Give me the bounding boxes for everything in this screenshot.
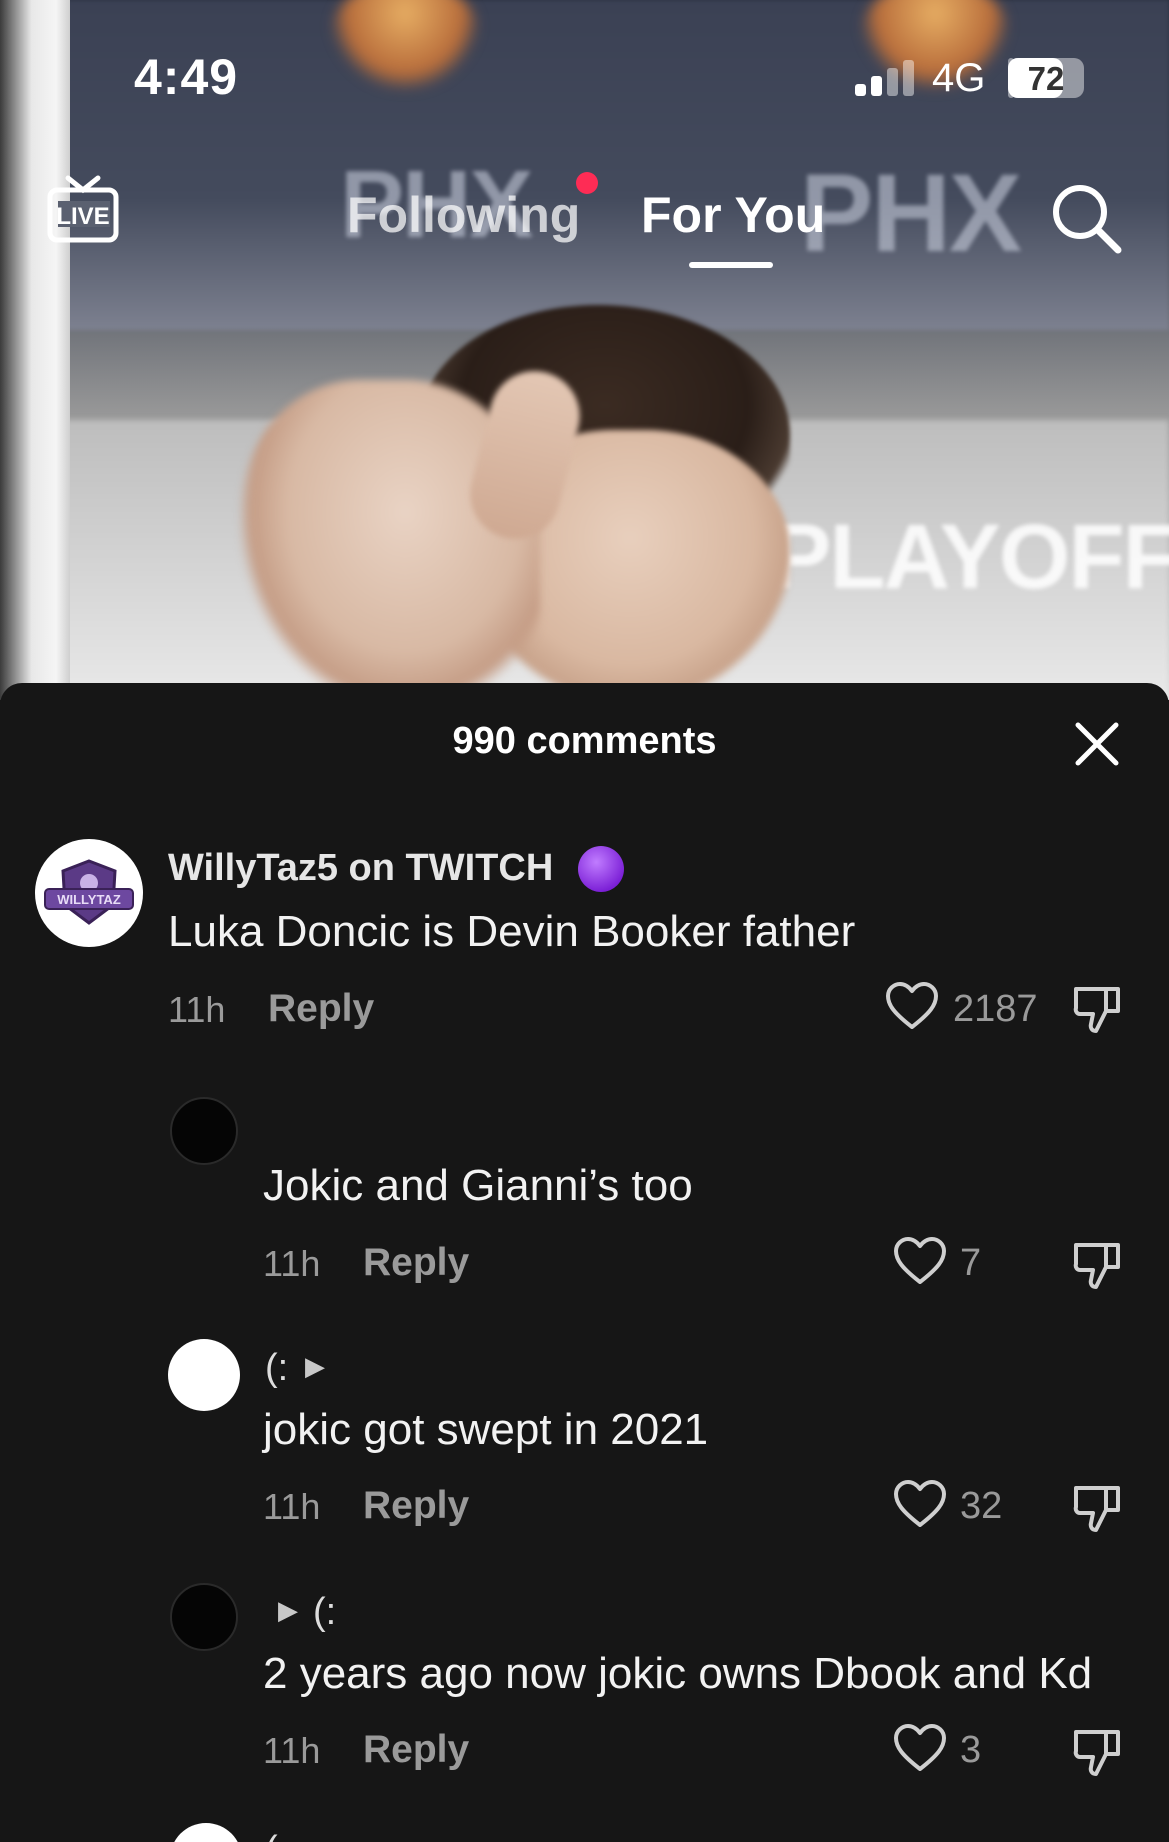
reply-author[interactable]: (: (313, 1591, 336, 1634)
heart-icon[interactable] (892, 1723, 948, 1773)
reply-button[interactable]: Reply (363, 1484, 469, 1528)
reply-author[interactable]: (: (265, 1347, 288, 1390)
cellular-signal-icon (855, 60, 915, 96)
tab-following[interactable]: Following (347, 186, 580, 244)
avatar[interactable] (170, 1583, 238, 1651)
reply-time: 11h (263, 1486, 321, 1527)
comments-count-title: 990 comments (452, 720, 717, 762)
status-bar: 4:49 4G 72 (0, 0, 1169, 150)
reply-button[interactable]: Reply (363, 1728, 469, 1772)
reply-author[interactable]: ( (265, 1829, 278, 1842)
reply-button[interactable]: Reply (268, 987, 374, 1031)
live-tv-icon[interactable]: LIVE (46, 174, 120, 248)
background-text-phx-right: PHX (800, 152, 1022, 275)
reply-time: 11h (263, 1243, 321, 1284)
heart-icon[interactable] (892, 1236, 948, 1286)
purple-circle-icon (578, 846, 624, 892)
dislike-icon[interactable] (1072, 1239, 1124, 1291)
comment-author[interactable]: WillyTaz5 on TWITCH (168, 847, 553, 890)
reply-text: Jokic and Gianni’s too (263, 1161, 693, 1210)
svg-text:LIVE: LIVE (56, 203, 109, 230)
like-count: 7 (960, 1242, 982, 1284)
avatar-logo-text: WILLYTAZ (57, 892, 121, 907)
reply-button[interactable]: Reply (363, 1241, 469, 1285)
reply-to-arrow-icon: ▶ (278, 1595, 298, 1625)
network-type: 4G (932, 56, 986, 100)
comment-text: Luka Doncic is Devin Booker father (168, 907, 856, 956)
search-icon[interactable] (1048, 180, 1124, 256)
dislike-icon[interactable] (1072, 1482, 1124, 1534)
battery-tip (1008, 58, 1014, 98)
like-count: 2187 (953, 988, 1038, 1030)
reply-to-arrow-icon: ▶ (305, 1351, 325, 1381)
like-count: 3 (960, 1729, 982, 1771)
battery-percent: 72 (1027, 60, 1065, 97)
avatar[interactable] (170, 1823, 242, 1842)
battery-icon: 72 (1008, 58, 1084, 98)
avatar[interactable]: WILLYTAZ (35, 839, 143, 947)
heart-icon[interactable] (884, 981, 940, 1031)
avatar[interactable] (170, 1097, 238, 1165)
notification-dot (576, 172, 598, 194)
like-count: 32 (960, 1485, 1003, 1527)
reply-time: 11h (263, 1730, 321, 1771)
close-icon[interactable] (1070, 717, 1124, 771)
avatar[interactable] (168, 1339, 240, 1411)
active-tab-indicator (689, 262, 773, 268)
reply-text: 2 years ago now jokic owns Dbook and Kd (263, 1649, 1093, 1698)
reply-text: jokic got swept in 2021 (263, 1405, 709, 1454)
heart-icon[interactable] (892, 1479, 948, 1529)
comment-time: 11h (168, 989, 226, 1030)
dislike-icon[interactable] (1072, 983, 1124, 1035)
comments-sheet: 990 comments WILLYTAZ WillyTaz5 on TWITC… (0, 683, 1169, 1842)
dislike-icon[interactable] (1072, 1726, 1124, 1778)
status-time: 4:49 (134, 49, 239, 105)
background-text-playoff: PLAYOFF (770, 506, 1169, 608)
tab-for-you[interactable]: For You (641, 186, 825, 244)
